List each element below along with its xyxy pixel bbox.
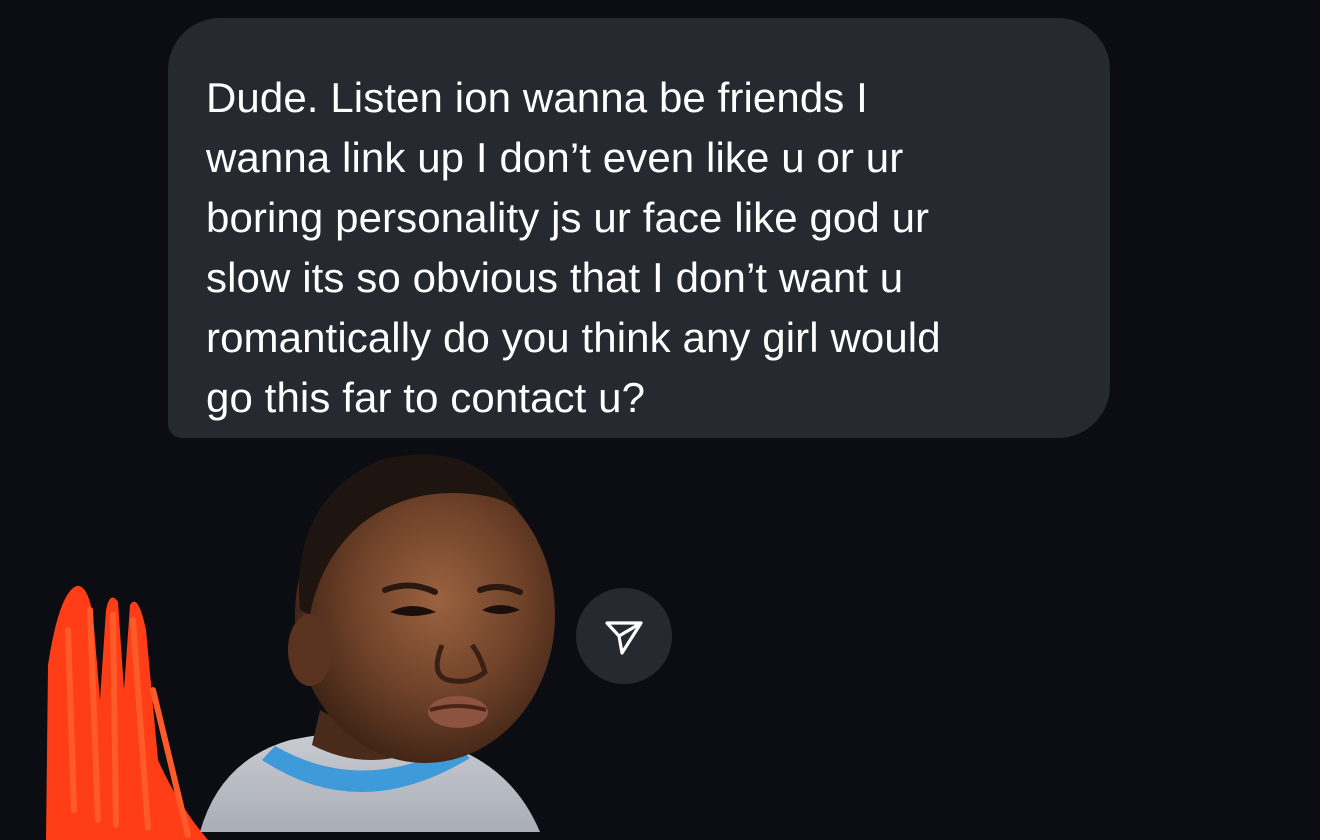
message-text: Dude. Listen ion wanna be friends I wann… bbox=[206, 74, 941, 421]
received-message-bubble[interactable]: Dude. Listen ion wanna be friends I wann… bbox=[168, 18, 1110, 438]
share-button[interactable] bbox=[576, 588, 672, 684]
sticker-mouth bbox=[428, 696, 488, 728]
chat-screen: Dude. Listen ion wanna be friends I wann… bbox=[0, 0, 1320, 840]
baby-side-eye-sticker[interactable] bbox=[180, 440, 560, 832]
paper-plane-icon bbox=[605, 621, 643, 655]
